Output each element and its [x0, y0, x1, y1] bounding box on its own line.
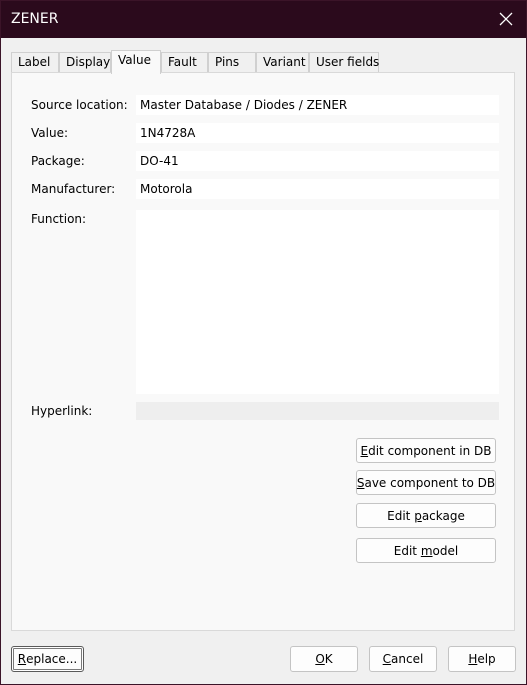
tab-variant[interactable]: Variant: [256, 52, 309, 72]
replace-mnemonic: R: [17, 652, 27, 666]
save-component-post: ave component to DB: [364, 475, 496, 490]
tab-pins-text: Pins: [215, 55, 240, 69]
source-location-field[interactable]: Master Database / Diodes / ZENER: [136, 95, 499, 115]
edit-model-button[interactable]: Edit m odel: [356, 538, 496, 563]
tab-value[interactable]: Value: [111, 50, 161, 74]
value-field[interactable]: 1N4728A: [136, 123, 499, 143]
edit-component-post: dit component in DB: [368, 443, 492, 458]
save-component-mnemonic: S: [356, 475, 365, 490]
tab-variant-text: Variant: [263, 55, 306, 69]
edit-component-mnemonic: E: [360, 443, 369, 458]
package-label: Package:: [31, 154, 85, 168]
help-mnemonic: H: [468, 652, 478, 666]
title-bar: ZENER: [1, 1, 526, 38]
ok-button[interactable]: OK: [290, 646, 358, 672]
ok-mnemonic: O: [315, 652, 325, 666]
tab-display[interactable]: Display: [59, 52, 111, 72]
tab-user-fields-text: User fields: [316, 55, 380, 69]
manufacturer-label: Manufacturer:: [31, 182, 116, 196]
hyperlink-label: Hyperlink:: [31, 404, 93, 418]
cancel-post: ancel: [391, 652, 424, 666]
value-tab-panel: Source location: Master Database / Diode…: [11, 72, 515, 631]
manufacturer-field[interactable]: Motorola: [136, 179, 499, 199]
edit-package-post: ackage: [421, 508, 465, 523]
edit-package-mnemonic: p: [414, 508, 422, 523]
edit-package-button[interactable]: Edit p ackage: [356, 503, 496, 528]
value-label: Value:: [31, 126, 68, 140]
package-field[interactable]: DO-41: [136, 151, 499, 171]
cancel-button[interactable]: Cancel: [369, 646, 437, 672]
tab-display-text: Display: [66, 55, 111, 69]
tab-user-fields[interactable]: User fields: [309, 52, 379, 72]
dialog-window: ZENER Label Display Value Fault Pins Var…: [0, 0, 527, 685]
tab-label[interactable]: Label: [11, 52, 59, 72]
tab-value-text: Value: [118, 53, 151, 67]
edit-model-mnemonic: m: [420, 543, 433, 558]
close-button[interactable]: [492, 5, 520, 33]
help-button[interactable]: Help: [448, 646, 516, 672]
window-title: ZENER: [11, 11, 59, 27]
hyperlink-field: [136, 402, 499, 420]
save-component-to-db-button[interactable]: Save component to DB: [356, 470, 496, 495]
tab-label-text: Label: [18, 55, 51, 69]
replace-button[interactable]: Replace...: [11, 646, 84, 672]
close-icon: [499, 12, 513, 26]
ok-post: K: [324, 652, 333, 666]
tab-fault-text: Fault: [168, 55, 197, 69]
edit-component-in-db-button[interactable]: Edit component in DB: [356, 438, 496, 463]
function-label: Function:: [31, 212, 87, 226]
edit-package-pre: Edit: [387, 508, 415, 523]
edit-model-pre: Edit: [393, 543, 421, 558]
edit-model-post: odel: [432, 543, 459, 558]
tab-pins[interactable]: Pins: [208, 52, 256, 72]
source-location-label: Source location:: [31, 98, 128, 112]
replace-post: eplace...: [26, 652, 78, 666]
function-textarea[interactable]: [136, 210, 499, 394]
help-post: elp: [477, 652, 496, 666]
tab-fault[interactable]: Fault: [161, 52, 208, 72]
cancel-mnemonic: C: [382, 652, 392, 666]
